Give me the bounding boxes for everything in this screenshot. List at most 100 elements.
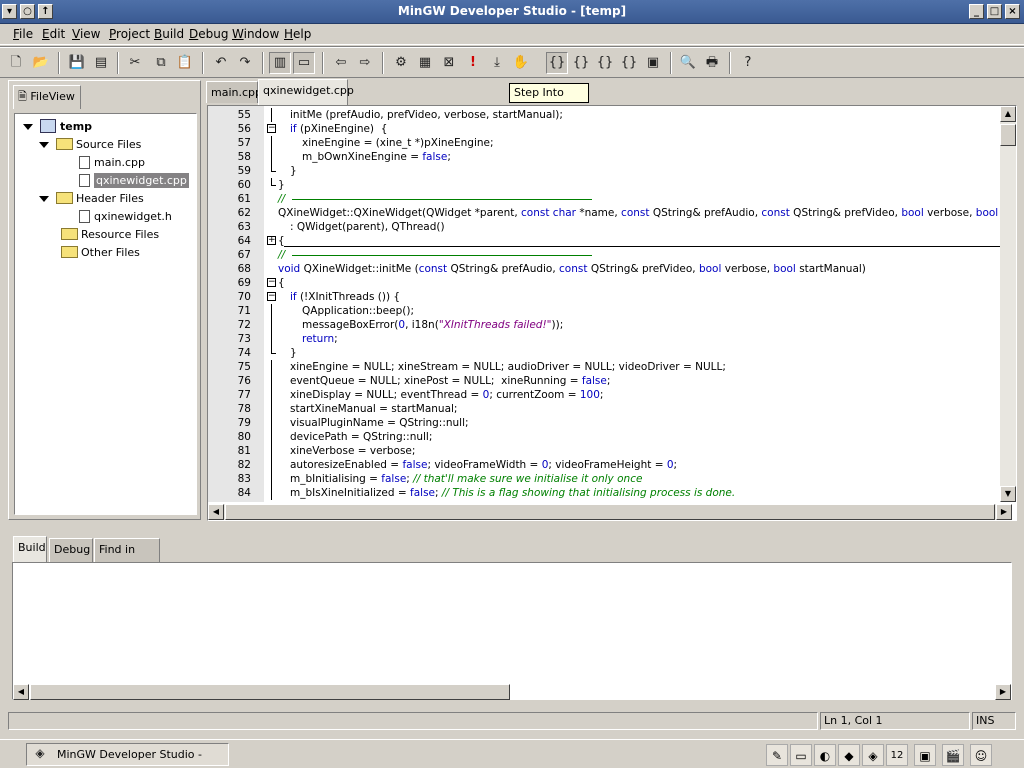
new-file-icon[interactable]: 🗋 xyxy=(5,52,27,74)
tab-build[interactable]: Build xyxy=(13,536,47,562)
code-line[interactable]: 56 − if (pXineEngine) { xyxy=(208,122,1000,136)
paste-icon[interactable]: 📋 xyxy=(174,52,196,74)
expand-arrow-icon[interactable] xyxy=(23,124,33,130)
scroll-right-icon[interactable]: ▶ xyxy=(995,684,1011,700)
workspace-pane-icon[interactable]: ▥ xyxy=(269,52,291,74)
clapper-icon[interactable]: 🎬 xyxy=(942,744,964,766)
output-scroll-thumb[interactable] xyxy=(30,684,510,700)
fold-expand-icon[interactable]: + xyxy=(267,236,276,245)
code-editor[interactable]: 55 initMe (prefAudio, prefVideo, verbose,… xyxy=(207,105,1017,521)
open-folder-icon[interactable]: 📂 xyxy=(30,52,52,74)
code-line[interactable]: 69 −{ xyxy=(208,276,1000,290)
code-line[interactable]: 80 devicePath = QString::null; xyxy=(208,430,1000,444)
scroll-up-icon[interactable]: ▲ xyxy=(1000,106,1016,122)
code-line[interactable]: 68 void QXineWidget::initMe (const QStrin… xyxy=(208,262,1000,276)
step-into-icon[interactable]: {} xyxy=(546,52,568,74)
tree-folder-source[interactable]: Source Files xyxy=(39,136,141,154)
code-line[interactable]: 57 xineEngine = (xine_t *)pXineEngine; xyxy=(208,136,1000,150)
user-icon[interactable]: ☺ xyxy=(970,744,992,766)
execute-icon[interactable]: ! xyxy=(462,52,484,74)
menu-window[interactable]: Window xyxy=(232,27,279,41)
archive-icon[interactable]: ▣ xyxy=(914,744,936,766)
tree-root[interactable]: temp xyxy=(23,118,92,136)
media-icon[interactable]: ◐ xyxy=(814,744,836,766)
help-icon[interactable]: ? xyxy=(737,52,759,74)
menu-help[interactable]: Help xyxy=(284,27,311,41)
scroll-left-icon[interactable]: ◀ xyxy=(208,504,224,520)
save-icon[interactable]: 💾 xyxy=(66,52,88,74)
code-line[interactable]: 74} xyxy=(208,346,1000,360)
code-line[interactable]: 78 startXineManual = startManual; xyxy=(208,402,1000,416)
code-line[interactable]: 84 m_bIsXineInitialized = false; // This … xyxy=(208,486,1000,500)
ide-icon[interactable]: ◈ xyxy=(862,744,884,766)
compile-icon[interactable]: ⚙ xyxy=(390,52,412,74)
vertical-scroll-thumb[interactable] xyxy=(1000,124,1016,146)
code-line[interactable]: 62 QXineWidget::QXineWidget(QWidget *pare… xyxy=(208,206,1000,220)
menu-build[interactable]: Build xyxy=(154,27,184,41)
expand-arrow-icon[interactable] xyxy=(39,142,49,148)
tree-file-qxinewidget-h[interactable]: qxinewidget.h xyxy=(79,208,172,226)
code-line[interactable]: 73 return; xyxy=(208,332,1000,346)
tree-folder-header[interactable]: Header Files xyxy=(39,190,144,208)
fold-collapse-icon[interactable]: − xyxy=(267,278,276,287)
scroll-down-icon[interactable]: ▼ xyxy=(1000,486,1016,502)
menu-project[interactable]: Project xyxy=(109,27,150,41)
code-line[interactable]: 79 visualPluginName = QString::null; xyxy=(208,416,1000,430)
tab-find-in-files[interactable]: Find in Files xyxy=(94,538,160,578)
step-out-icon[interactable]: {} xyxy=(594,52,616,74)
code-line[interactable]: 58 m_bOwnXineEngine = false; xyxy=(208,150,1000,164)
network-icon[interactable]: ◆ xyxy=(838,744,860,766)
hand-icon[interactable]: ✋ xyxy=(510,52,532,74)
scroll-right-icon[interactable]: ▶ xyxy=(996,504,1012,520)
code-line[interactable]: 82 autoresizeEnabled = false; videoFrameW… xyxy=(208,458,1000,472)
fold-collapse-icon[interactable]: − xyxy=(267,292,276,301)
code-line[interactable]: 55 initMe (prefAudio, prefVideo, verbose,… xyxy=(208,108,1000,122)
close-icon[interactable]: × xyxy=(1005,4,1020,19)
code-line[interactable]: 72 messageBoxError(0, i18n("XInitThreads … xyxy=(208,318,1000,332)
horizontal-scrollbar[interactable]: ◀ ▶ xyxy=(208,504,1012,520)
code-line[interactable]: 63: QWidget(parent), QThread() xyxy=(208,220,1000,234)
step-over-icon[interactable]: {} xyxy=(570,52,592,74)
tree-folder-resource[interactable]: Resource Files xyxy=(61,226,159,244)
copy-icon[interactable]: ⧉ xyxy=(150,52,172,74)
undo-icon[interactable]: ↶ xyxy=(210,52,232,74)
menu-file[interactable]: File xyxy=(13,27,33,41)
find-icon[interactable]: 🔍 xyxy=(677,52,699,74)
output-pane-icon[interactable]: ▭ xyxy=(293,52,315,74)
code-line[interactable]: 71 QApplication::beep(); xyxy=(208,304,1000,318)
save-all-icon[interactable]: ▤ xyxy=(90,52,112,74)
code-line[interactable]: 61 // xyxy=(208,192,1000,206)
tab-debug[interactable]: Debug xyxy=(49,538,93,562)
build-icon[interactable]: ▦ xyxy=(414,52,436,74)
print-icon[interactable]: 🖶 xyxy=(701,52,723,74)
stop-debug-icon[interactable]: ▣ xyxy=(642,52,664,74)
file-tree[interactable]: temp Source Files main.cpp qxinewidget.c… xyxy=(14,113,197,515)
code-line[interactable]: 59} xyxy=(208,164,1000,178)
menu-edit[interactable]: Edit xyxy=(42,27,65,41)
horizontal-scroll-thumb[interactable] xyxy=(225,504,995,520)
cut-icon[interactable]: ✂ xyxy=(124,52,146,74)
fold-collapse-icon[interactable]: − xyxy=(267,124,276,133)
tab-main-cpp[interactable]: main.cpp xyxy=(206,81,262,103)
redo-icon[interactable]: ↷ xyxy=(234,52,256,74)
tree-file-main-cpp[interactable]: main.cpp xyxy=(79,154,145,172)
code-line[interactable]: 67 // xyxy=(208,248,1000,262)
tab-qxinewidget-cpp[interactable]: qxinewidget.cpp xyxy=(258,79,354,105)
taskbar-window-button[interactable]: MinGW Developer Studio - [temp] xyxy=(26,743,229,766)
tree-folder-other[interactable]: Other Files xyxy=(61,244,140,262)
go-icon[interactable]: ⤓ xyxy=(486,52,508,74)
menu-debug[interactable]: Debug xyxy=(189,27,228,41)
menu-view[interactable]: View xyxy=(72,27,100,41)
arrow-right-icon[interactable]: ⇨ xyxy=(354,52,376,74)
expand-arrow-icon[interactable] xyxy=(39,196,49,202)
code-line[interactable]: 64 +{ xyxy=(208,234,1000,248)
code-line[interactable]: 76 eventQueue = NULL; xinePost = NULL; xi… xyxy=(208,374,1000,388)
vertical-scrollbar[interactable]: ▲ ▼ xyxy=(1000,106,1016,502)
code-line[interactable]: 83 m_bInitialising = false; // that'll ma… xyxy=(208,472,1000,486)
code-line[interactable]: 77 xineDisplay = NULL; eventThread = 0; c… xyxy=(208,388,1000,402)
arrow-left-icon[interactable]: ⇦ xyxy=(330,52,352,74)
code-line[interactable]: 75 xineEngine = NULL; xineStream = NULL; … xyxy=(208,360,1000,374)
calendar-icon[interactable]: 12 xyxy=(886,744,908,766)
title-bar[interactable]: ▾ ○ ↑ MinGW Developer Studio - [temp] _ … xyxy=(0,0,1024,24)
stop-build-icon[interactable]: ⊠ xyxy=(438,52,460,74)
